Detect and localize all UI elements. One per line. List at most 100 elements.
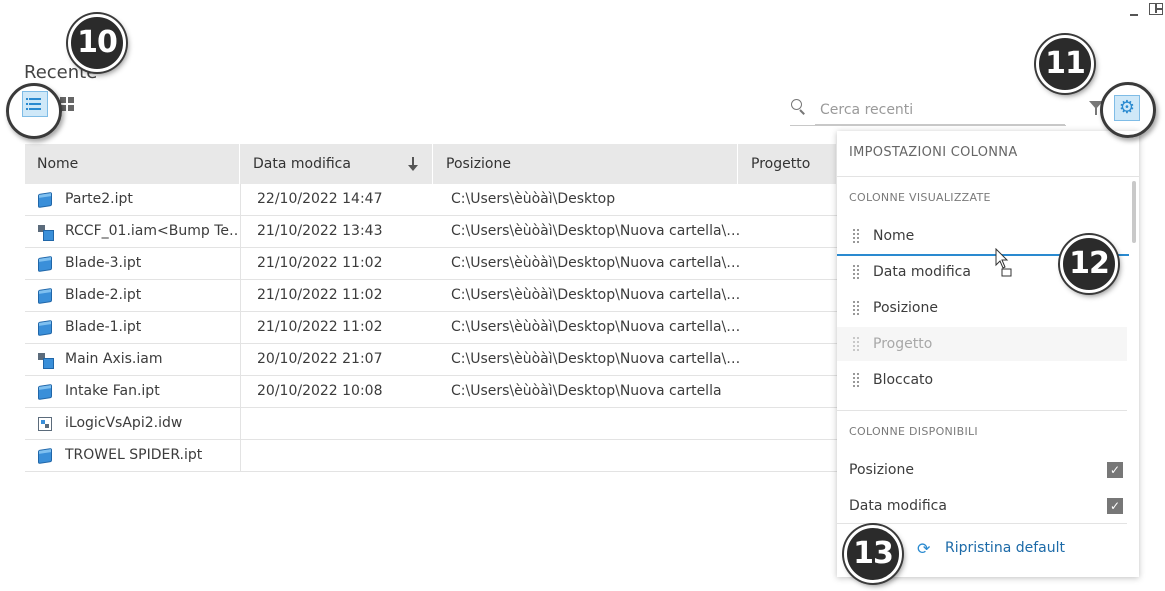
refresh-icon[interactable]: ⟳ [917,541,933,557]
file-date [257,440,427,471]
column-label: Bloccato [873,372,934,388]
part-file-icon [38,384,52,400]
column-divider [240,408,241,440]
file-position: C:\Users\èùòàì\Desktop\Nuova cartella\… [451,319,741,335]
table-row[interactable]: RCCF_01.iam<Bump Te… 21/10/2022 13:43 C:… [25,216,837,248]
column-divider [240,248,241,280]
file-name: Intake Fan.ipt [65,383,160,399]
column-header-data-modifica[interactable]: Data modifica [241,144,433,184]
file-name: Blade-2.ipt [65,287,142,303]
grid-cell [60,97,66,103]
callout-badge-13: 13 [844,525,902,583]
column-header-nome[interactable]: Nome [25,144,240,184]
drag-handle-icon[interactable] [853,229,861,243]
column-label: Data modifica [873,264,971,280]
minimize-icon[interactable] [1129,4,1139,18]
column-settings-panel: IMPOSTAZIONI COLONNA COLONNE VISUALIZZAT… [837,131,1139,577]
column-label: Progetto [873,336,933,352]
drawing-file-icon [38,417,52,431]
file-name: Blade-1.ipt [65,319,142,335]
table-row[interactable]: Main Axis.iam 20/10/2022 21:07 C:\Users\… [25,344,837,376]
table-row[interactable]: Blade-3.ipt 21/10/2022 11:02 C:\Users\èù… [25,248,837,280]
column-divider [240,440,241,472]
search-icon [791,99,805,113]
checkbox-checked-icon[interactable]: ✓ [1107,462,1123,478]
drag-handle-icon[interactable] [853,265,861,279]
file-name: RCCF_01.iam<Bump Te… [65,223,237,239]
file-date: 20/10/2022 21:07 [257,351,383,367]
column-label: Data modifica [849,498,947,514]
file-position: C:\Users\èùòàì\Desktop [451,191,616,207]
column-divider [240,184,241,216]
drag-handle-icon[interactable] [853,301,861,315]
recent-files-table: Nome Data modifica Posizione Progetto Pa… [25,144,837,472]
table-row[interactable]: TROWEL SPIDER.ipt [25,440,837,472]
search-underline [790,125,1066,126]
available-columns-label: COLONNE DISPONIBILI [849,425,978,438]
drag-handle-icon[interactable] [853,373,861,387]
divider [837,523,1127,524]
sort-descending-icon[interactable] [408,157,418,171]
file-name: Main Axis.iam [65,351,163,367]
column-header-progetto[interactable]: Progetto [739,144,837,184]
file-position [451,440,741,471]
table-row[interactable]: Blade-2.ipt 21/10/2022 11:02 C:\Users\èù… [25,280,837,312]
window-layout-icon[interactable] [1149,3,1163,15]
grid-cell [68,105,74,111]
displayed-column-progetto[interactable]: Progetto [837,327,1127,361]
file-name: Parte2.ipt [65,191,133,207]
cursor-icon [995,248,1012,277]
assembly-file-icon [38,225,54,241]
displayed-columns-label: COLONNE VISUALIZZATE [849,191,991,204]
file-position: C:\Users\èùòàì\Desktop\Nuova cartella [451,383,722,399]
part-file-icon [38,320,52,336]
assembly-file-icon [38,353,54,369]
available-column-posizione[interactable]: Posizione ✓ [849,455,1123,485]
callout-badge-10: 10 [68,14,126,72]
callout-badge-12: 12 [1060,235,1118,293]
column-label: Nome [873,228,915,244]
displayed-column-bloccato[interactable]: Bloccato [837,363,1127,397]
displayed-column-posizione[interactable]: Posizione [837,291,1127,325]
reset-default-button[interactable]: Ripristina default [945,540,1065,556]
file-date: 21/10/2022 11:02 [257,287,383,303]
callout-ring [1100,82,1156,138]
file-name: Blade-3.ipt [65,255,142,271]
column-divider [240,280,241,312]
callout-ring [6,83,62,139]
panel-title: IMPOSTAZIONI COLONNA [849,145,1018,160]
drag-handle-icon[interactable] [853,337,861,351]
file-date: 21/10/2022 11:02 [257,319,383,335]
column-divider [240,376,241,408]
file-position: C:\Users\èùòàì\Desktop\Nuova cartella\… [451,223,741,239]
scrollbar[interactable] [1132,181,1136,243]
file-date: 21/10/2022 13:43 [257,223,383,239]
part-file-icon [38,448,52,464]
file-date: 22/10/2022 14:47 [257,191,383,207]
file-name: iLogicVsApi2.idw [65,415,183,431]
table-header: Nome Data modifica Posizione Progetto [25,144,837,184]
search-input[interactable] [815,95,1065,125]
column-label: Posizione [849,462,914,478]
part-file-icon [38,288,52,304]
column-label: Posizione [873,300,938,316]
grid-view-button[interactable] [60,97,74,111]
file-date [257,408,427,439]
table-row[interactable]: Parte2.ipt 22/10/2022 14:47 C:\Users\èùò… [25,184,837,216]
divider [837,176,1139,177]
file-position [451,408,741,439]
grid-cell [68,97,74,103]
file-name: TROWEL SPIDER.ipt [65,447,203,463]
available-column-data-modifica[interactable]: Data modifica ✓ [849,491,1123,521]
table-row[interactable]: Blade-1.ipt 21/10/2022 11:02 C:\Users\èù… [25,312,837,344]
table-row[interactable]: Intake Fan.ipt 20/10/2022 10:08 C:\Users… [25,376,837,408]
checkbox-checked-icon[interactable]: ✓ [1107,498,1123,514]
divider [837,410,1127,411]
file-position: C:\Users\èùòàì\Desktop\Nuova cartella\… [451,351,741,367]
column-divider [240,312,241,344]
callout-badge-11: 11 [1036,35,1094,93]
column-header-posizione[interactable]: Posizione [434,144,738,184]
part-file-icon [38,192,52,208]
file-date: 21/10/2022 11:02 [257,255,383,271]
table-row[interactable]: iLogicVsApi2.idw [25,408,837,440]
